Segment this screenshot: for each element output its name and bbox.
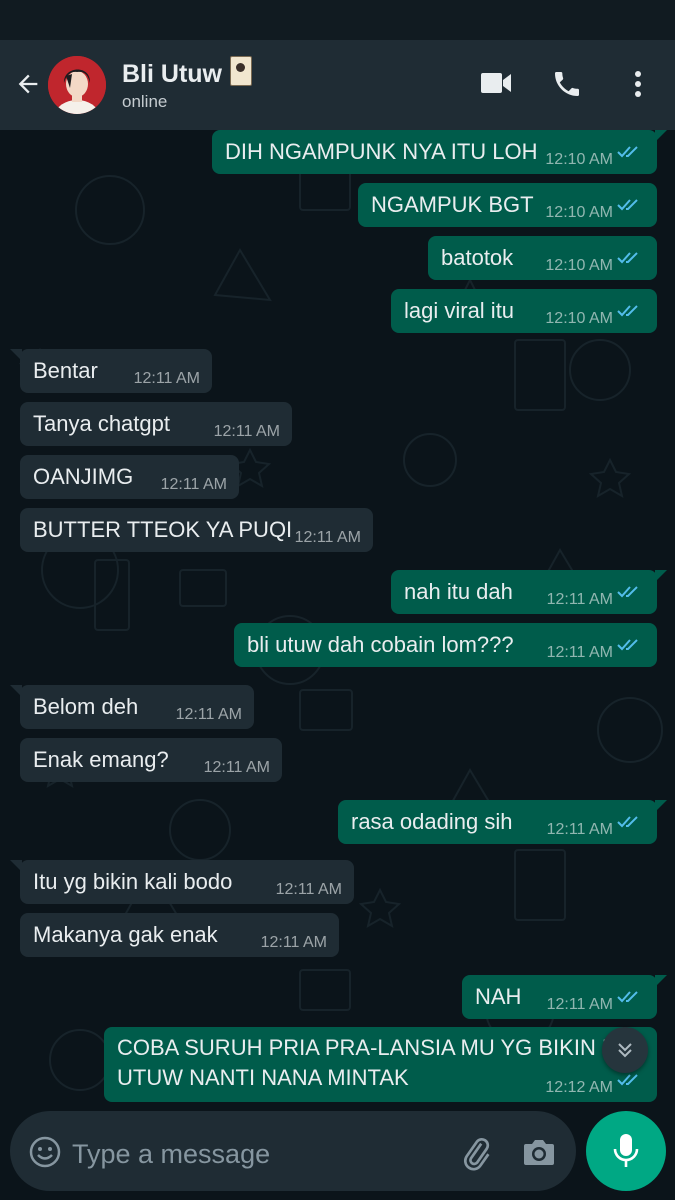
message-time: 12:11 AM	[133, 370, 200, 387]
message-text: Enak emang?	[33, 747, 169, 772]
message-text: Belom deh	[33, 694, 139, 719]
message-bubble-outgoing[interactable]: DIH NGAMPUNK NYA ITU LOH 12:10 AM	[212, 130, 667, 174]
message-text: batotok	[441, 245, 514, 270]
emoji-icon[interactable]	[28, 1135, 62, 1174]
double-check-icon	[617, 303, 643, 324]
message-text-line: COBA SURUH PRIA PRA-LANSIA MU YG BIKIN B…	[117, 1035, 635, 1060]
message-time: 12:11 AM	[546, 996, 613, 1013]
message-text: lagi viral itu	[404, 298, 515, 323]
video-camera-icon[interactable]	[480, 70, 512, 101]
message-time: 12:10 AM	[545, 151, 613, 168]
message-time: 12:10 AM	[545, 204, 613, 221]
double-check-icon	[617, 250, 643, 271]
more-vertical-icon[interactable]	[630, 68, 646, 105]
message-text: Makanya gak enak	[33, 922, 218, 947]
phone-icon[interactable]	[551, 68, 583, 105]
message-time: 12:11 AM	[294, 529, 361, 546]
message-time: 12:11 AM	[203, 759, 270, 776]
message-bubble-outgoing[interactable]: NAH 12:11 AM	[462, 975, 667, 1019]
message-text: Itu yg bikin kali bodo	[33, 869, 233, 894]
message-bubble-incoming[interactable]: Makanya gak enak 12:11 AM	[20, 913, 339, 957]
message-bubble-incoming[interactable]: Belom deh 12:11 AM	[10, 685, 254, 729]
avatar[interactable]	[48, 56, 106, 114]
message-text: OANJIMG	[33, 464, 134, 489]
message-time: 12:11 AM	[546, 591, 613, 608]
double-check-icon	[617, 144, 643, 165]
message-bubble-outgoing[interactable]: rasa odading sih 12:11 AM	[338, 800, 667, 844]
message-list[interactable]: DIH NGAMPUNK NYA ITU LOH 12:10 AM NGAMPU…	[0, 130, 675, 1105]
chat-header: Bli Utuw online	[0, 40, 675, 130]
message-bubble-outgoing[interactable]: nah itu dah 12:11 AM	[391, 570, 667, 614]
message-bubble-incoming[interactable]: Tanya chatgpt 12:11 AM	[20, 402, 292, 446]
presence-status: online	[122, 92, 168, 111]
arrow-left-icon[interactable]	[14, 70, 42, 103]
camera-icon[interactable]	[522, 1137, 556, 1172]
message-input-placeholder: Type a message	[72, 1139, 271, 1169]
double-check-icon	[617, 989, 643, 1010]
message-bubble-incoming[interactable]: Itu yg bikin kali bodo 12:11 AM	[10, 860, 354, 904]
message-bubble-outgoing[interactable]: batotok 12:10 AM	[428, 236, 657, 280]
message-text: bli utuw dah cobain lom???	[247, 632, 514, 657]
message-time: 12:12 AM	[545, 1079, 613, 1096]
message-bubble-incoming[interactable]: Enak emang? 12:11 AM	[20, 738, 282, 782]
double-check-icon	[617, 197, 643, 218]
message-bubble-outgoing[interactable]: bli utuw dah cobain lom??? 12:11 AM	[234, 623, 657, 667]
message-text: NAH	[475, 984, 522, 1009]
message-time: 12:11 AM	[275, 881, 342, 898]
message-time: 12:10 AM	[545, 310, 613, 327]
contact-name-text: Bli Utuw	[122, 60, 222, 88]
message-bubble-outgoing[interactable]: NGAMPUK BGT 12:10 AM	[358, 183, 657, 227]
message-text-line: UTUW NANTI NANA MINTAK	[117, 1065, 409, 1090]
message-text: NGAMPUK BGT	[371, 192, 534, 217]
message-bubble-incoming[interactable]: OANJIMG 12:11 AM	[20, 455, 239, 499]
double-check-icon	[617, 814, 643, 835]
double-check-icon	[617, 584, 643, 605]
message-text: rasa odading sih	[351, 809, 513, 834]
message-time: 12:11 AM	[546, 821, 613, 838]
scroll-to-bottom-button[interactable]	[602, 1027, 648, 1073]
message-bubble-outgoing[interactable]: lagi viral itu 12:10 AM	[391, 289, 657, 333]
double-check-icon	[617, 1072, 643, 1093]
message-time: 12:11 AM	[213, 423, 280, 440]
paperclip-icon[interactable]	[458, 1135, 494, 1176]
voice-message-button[interactable]	[586, 1111, 666, 1191]
message-text: BUTTER TTEOK YA PUQI	[33, 517, 293, 542]
chevron-double-down-icon	[613, 1038, 637, 1067]
message-bubble-incoming[interactable]: Bentar 12:11 AM	[10, 349, 212, 393]
message-time: 12:11 AM	[160, 476, 227, 493]
microphone-icon	[612, 1132, 640, 1175]
message-text: Bentar	[33, 358, 98, 383]
message-time: 12:11 AM	[260, 934, 327, 951]
message-text: DIH NGAMPUNK NYA ITU LOH	[225, 139, 538, 164]
contact-name[interactable]: Bli Utuw	[122, 56, 252, 89]
double-check-icon	[617, 637, 643, 658]
message-time: 12:10 AM	[545, 257, 613, 274]
message-text: nah itu dah	[404, 579, 513, 604]
message-time: 12:11 AM	[175, 706, 242, 723]
composer-bar: Type a message	[0, 1105, 675, 1200]
message-time: 12:11 AM	[546, 644, 613, 661]
joker-card-emoji	[230, 56, 252, 86]
message-text: Tanya chatgpt	[33, 411, 170, 436]
message-input[interactable]: Type a message	[10, 1111, 576, 1191]
message-bubble-incoming[interactable]: BUTTER TTEOK YA PUQI 12:11 AM	[20, 508, 373, 552]
status-bar	[0, 0, 675, 40]
message-bubble-outgoing[interactable]: COBA SURUH PRIA PRA-LANSIA MU YG BIKIN B…	[104, 1027, 657, 1102]
